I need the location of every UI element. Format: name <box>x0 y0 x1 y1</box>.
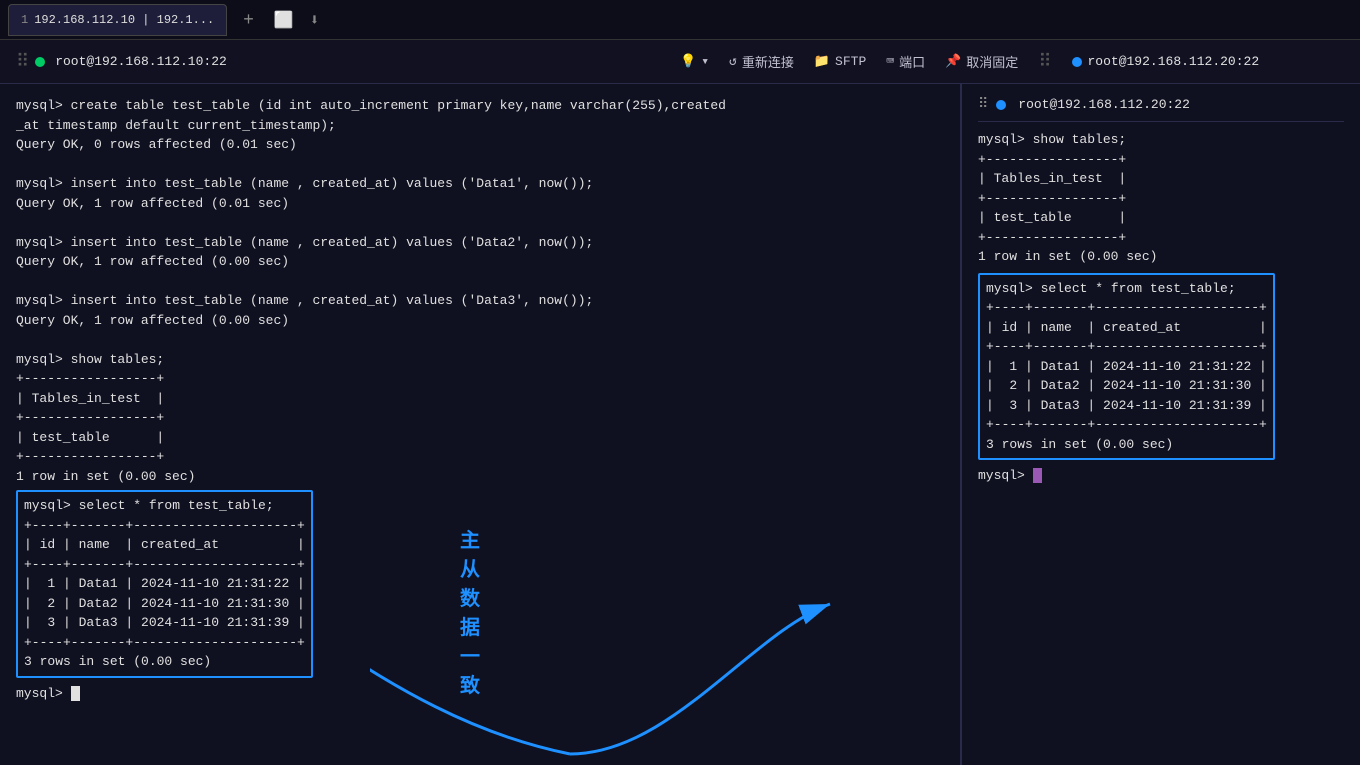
host-label-right: root@192.168.112.20:22 <box>1088 54 1260 69</box>
host-status-indicator-right <box>1072 57 1082 67</box>
sftp-label: SFTP <box>835 54 866 69</box>
arrow-label: 主从数据一致 <box>460 524 480 698</box>
toolbar-separator-left: ⠿ <box>16 51 29 73</box>
toolbar: ⠿ root@192.168.112.10:22 💡 ▾ ↺ 重新连接 📁 SF… <box>0 40 1360 84</box>
tab-number: 1 <box>21 13 28 27</box>
left-terminal-output: mysql> create table test_table (id int a… <box>16 96 944 486</box>
lightbulb-button[interactable]: 💡 ▾ <box>680 54 709 69</box>
left-prompt-after: mysql> <box>16 684 944 704</box>
main-content: mysql> create table test_table (id int a… <box>0 84 1360 765</box>
toolbar-buttons: 💡 ▾ ↺ 重新连接 📁 SFTP ⌨ 端口 📌 取消固定 ⠿ root@192… <box>680 51 1259 73</box>
reconnect-icon: ↺ <box>729 54 737 69</box>
sftp-icon: 📁 <box>814 54 830 69</box>
toolbar-separator-right: ⠿ <box>1038 51 1051 73</box>
host-status-indicator-left <box>35 57 45 67</box>
sftp-button[interactable]: 📁 SFTP <box>814 54 866 69</box>
left-terminal-panel[interactable]: mysql> create table test_table (id int a… <box>0 84 960 765</box>
right-host-dot <box>996 100 1006 110</box>
right-select-output-box: mysql> select * from test_table; +----+-… <box>978 273 1275 461</box>
right-select-output: mysql> select * from test_table; +----+-… <box>986 279 1267 455</box>
tab-title: 192.168.112.10 | 192.1... <box>34 13 214 27</box>
tab-bar: 1 192.168.112.10 | 192.1... + ⬜ ⬇ <box>0 0 1360 40</box>
reconnect-button[interactable]: ↺ 重新连接 <box>729 52 794 71</box>
port-icon: ⌨ <box>886 54 894 69</box>
right-host-container: root@192.168.112.20:22 <box>1072 54 1260 69</box>
reconnect-label: 重新连接 <box>742 52 794 71</box>
add-tab-button[interactable]: + <box>235 9 262 30</box>
left-select-output: mysql> select * from test_table; +----+-… <box>24 496 305 672</box>
host-label-left: root@192.168.112.10:22 <box>55 54 227 69</box>
arrow-svg <box>370 554 870 765</box>
window-icon: ⬜ <box>274 10 294 30</box>
toolbar-left: ⠿ root@192.168.112.10:22 <box>16 51 680 73</box>
tab-icon-group: ⬜ ⬇ <box>274 10 320 30</box>
right-grid-icon: ⠿ <box>978 96 988 113</box>
right-terminal-panel[interactable]: ⠿ root@192.168.112.20:22 mysql> show tab… <box>960 84 1360 765</box>
tab-1[interactable]: 1 192.168.112.10 | 192.1... <box>8 4 227 36</box>
download-icon: ⬇ <box>310 10 320 30</box>
pin-icon: 📌 <box>945 54 961 69</box>
right-panel-host-label: root@192.168.112.20:22 <box>1018 97 1190 112</box>
left-select-output-box: mysql> select * from test_table; +----+-… <box>16 490 313 678</box>
unpin-button[interactable]: 📌 取消固定 <box>945 52 1018 71</box>
right-terminal-output: mysql> show tables; +-----------------+ … <box>978 130 1344 267</box>
right-panel-toolbar: ⠿ root@192.168.112.20:22 <box>978 96 1344 122</box>
port-button[interactable]: ⌨ 端口 <box>886 52 925 71</box>
lightbulb-dropdown: ▾ <box>701 54 709 69</box>
right-prompt-after: mysql> <box>978 466 1344 486</box>
port-label: 端口 <box>899 52 925 71</box>
unpin-label: 取消固定 <box>966 52 1018 71</box>
lightbulb-icon: 💡 <box>680 54 696 69</box>
